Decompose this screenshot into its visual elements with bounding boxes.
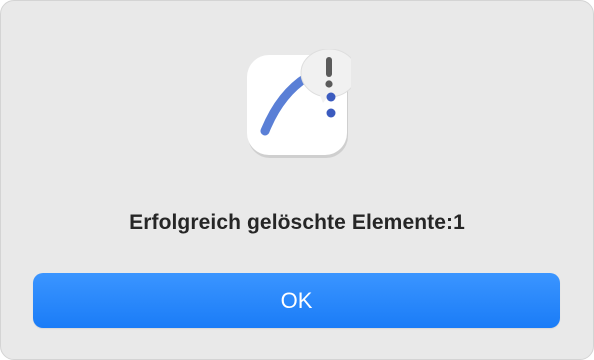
dot-upper <box>326 92 336 102</box>
ok-button[interactable]: OK <box>33 273 560 328</box>
dot-lower <box>326 108 336 118</box>
app-icon <box>247 49 351 158</box>
alert-dialog: Erfolgreich gelöschte Elemente:1 OK <box>0 0 594 360</box>
dialog-message: Erfolgreich gelöschte Elemente:1 <box>129 211 465 234</box>
